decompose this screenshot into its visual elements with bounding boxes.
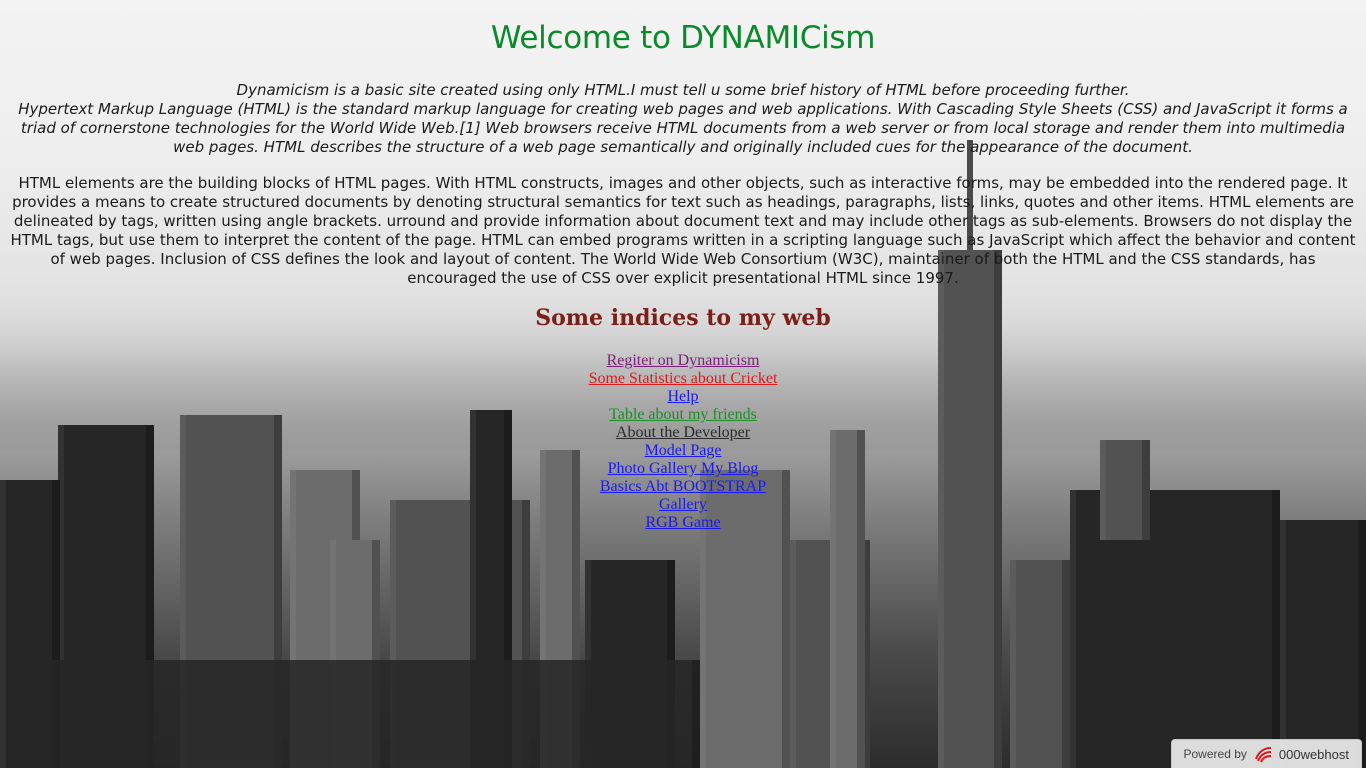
list-item: Model Page — [0, 442, 1366, 460]
foreground-rooftops — [0, 660, 700, 768]
list-item: Table about my friends — [0, 406, 1366, 424]
powered-by-label: Powered by — [1183, 747, 1247, 761]
indices-heading: Some indices to my web — [535, 305, 831, 331]
html-elements-paragraph: HTML elements are the building blocks of… — [10, 174, 1356, 287]
model-page-link[interactable]: Model Page — [645, 442, 722, 459]
list-item: Help — [0, 388, 1366, 406]
intro-history: Hypertext Markup Language (HTML) is the … — [18, 100, 1348, 156]
list-item: Gallery — [0, 496, 1366, 514]
powered-by-badge[interactable]: Powered by 000webhost — [1170, 739, 1362, 768]
help-link[interactable]: Help — [667, 388, 698, 405]
intro-text: Dynamicism is a basic site created using… — [8, 81, 1358, 157]
list-item: Regiter on Dynamicism — [0, 352, 1366, 370]
building — [1010, 560, 1070, 768]
site-index-links: Regiter on Dynamicism Some Statistics ab… — [0, 352, 1366, 532]
list-item: RGB Game — [0, 514, 1366, 532]
webhost-brand: 000webhost — [1278, 746, 1349, 762]
list-item: Some Statistics about Cricket — [0, 370, 1366, 388]
list-item: Basics Abt BOOTSTRAP — [0, 478, 1366, 496]
building — [1280, 520, 1366, 768]
rgb-game-link[interactable]: RGB Game — [645, 514, 720, 531]
photo-gallery-blog-link[interactable]: Photo Gallery My Blog — [608, 460, 759, 477]
gallery-link[interactable]: Gallery — [659, 496, 707, 513]
register-link[interactable]: Regiter on Dynamicism — [607, 352, 760, 369]
about-developer-link[interactable]: About the Developer — [616, 424, 750, 441]
bootstrap-basics-link[interactable]: Basics Abt BOOTSTRAP — [600, 478, 766, 495]
cricket-statistics-link[interactable]: Some Statistics about Cricket — [589, 370, 778, 387]
intro-line: Dynamicism is a basic site created using… — [236, 81, 1130, 99]
page-title: Welcome to DYNAMICism — [490, 20, 876, 56]
list-item: About the Developer — [0, 424, 1366, 442]
list-item: Photo Gallery My Blog — [0, 460, 1366, 478]
friends-table-link[interactable]: Table about my friends — [609, 406, 757, 423]
webhost-logo-icon — [1253, 745, 1273, 763]
